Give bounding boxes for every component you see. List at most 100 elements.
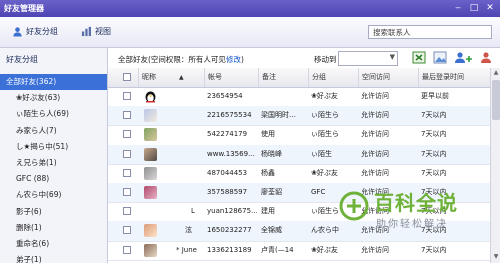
watermark-subtitle: 助你轻松解决 — [376, 219, 448, 230]
access-cell: 允许访问 — [361, 130, 389, 139]
watermark-logo-icon — [339, 191, 369, 221]
login-cell: 7天以内 — [421, 130, 447, 139]
account-cell: 2216575534 — [207, 111, 252, 120]
row-checkbox[interactable] — [123, 245, 131, 254]
group-item[interactable]: 弟子(1) — [0, 252, 107, 268]
scroll-up-icon[interactable]: ▲ — [492, 69, 500, 78]
table-row[interactable]: 542274179 使用 ぃ陌生ら 允许访问 7天以内 — [108, 125, 490, 146]
row-checkbox[interactable] — [123, 111, 131, 120]
group-item[interactable]: 重命名(6) — [0, 236, 107, 252]
login-cell: 7天以内 — [421, 149, 447, 158]
col-remark[interactable]: 备注 — [258, 68, 306, 87]
chevron-down-icon: ▼ — [389, 53, 395, 61]
group-item[interactable]: GFC (88) — [0, 171, 107, 187]
table-row[interactable]: www.13569… 杨晓峰 ぃ陌生 允许访问 7天以内 — [108, 144, 490, 165]
remark-cell: 杨晓峰 — [261, 149, 282, 158]
nickname-cell: 泫 — [185, 226, 192, 235]
row-checkbox[interactable] — [123, 226, 131, 235]
avatar — [144, 243, 157, 257]
account-cell: 1336213189 — [207, 245, 252, 254]
select-all-checkbox[interactable] — [123, 73, 131, 81]
user-icon — [13, 27, 22, 37]
add-user-icon[interactable] — [454, 51, 474, 64]
account-cell: yuan128675… — [207, 207, 257, 216]
bar-chart-icon — [81, 26, 91, 37]
permission-text: 全部好友(空间权限：所有人可见 — [118, 55, 226, 64]
col-group[interactable]: 分组 — [308, 68, 356, 87]
avatar — [144, 166, 157, 180]
scroll-down-icon[interactable]: ▼ — [492, 253, 500, 262]
group-list: 全部好友(362) ❀好ぷ友(63) ぃ陌生ら人(69) み家ら人(7) し★揭… — [0, 74, 107, 268]
permission-close: ) — [240, 55, 244, 64]
group-cell: ❀好ぷ友 — [311, 92, 338, 100]
col-nickname[interactable]: 昵称 — [138, 68, 202, 87]
row-checkbox[interactable] — [123, 168, 131, 177]
login-cell: 7天以内 — [421, 245, 447, 254]
group-item[interactable]: 删除(1) — [0, 220, 107, 236]
login-cell: 更早以前 — [421, 92, 449, 100]
maximize-button[interactable]: □ — [467, 2, 481, 14]
table-header: 昵称 ▲ 帐号 备注 分组 空间访问 最后登录时间 — [108, 68, 490, 88]
close-button[interactable]: ✕ — [483, 2, 497, 14]
group-cell: ぃ陌生ら — [311, 111, 339, 120]
group-cell: ぃ陌生ら — [311, 130, 339, 139]
row-checkbox[interactable] — [123, 130, 131, 139]
table-row[interactable]: * June 1336213189 卢青(—14 ❀好ぷ友 允许访问 7天以内 — [108, 241, 490, 261]
table-row[interactable]: 2216575534 梁国明时… ぃ陌生ら 允许访问 7天以内 — [108, 106, 490, 127]
group-item-all[interactable]: 全部好友(362) — [0, 74, 107, 91]
friend-group-tab[interactable]: 好友分组 — [12, 26, 58, 39]
row-checkbox[interactable] — [123, 149, 131, 158]
move-to-label: 移动到 — [314, 55, 337, 64]
nickname-cell: * June — [176, 245, 197, 254]
remark-cell: 建用 — [261, 207, 275, 216]
account-cell: 357588597 — [207, 188, 248, 196]
remark-cell: 杨鑫 — [261, 168, 275, 177]
group-item[interactable]: し★揭ら中(51) — [0, 139, 107, 155]
access-cell: 允许访问 — [361, 168, 389, 177]
move-to-select[interactable]: ▼ — [338, 51, 398, 66]
group-item[interactable]: 影子(6) — [0, 204, 107, 220]
friend-group-label: 好友分组 — [26, 27, 58, 36]
account-cell: 23654954 — [207, 92, 243, 100]
image-icon[interactable] — [433, 51, 447, 64]
group-item[interactable]: ❀好ぷ友(63) — [0, 90, 107, 106]
group-item[interactable]: ぃ陌生ら人(69) — [0, 106, 107, 122]
sort-up-icon: ▲ — [179, 74, 184, 81]
scroll-thumb[interactable] — [492, 80, 500, 120]
search-input[interactable]: 搜索联系人 — [368, 25, 492, 39]
table-row[interactable]: 487044453 杨鑫 ❀好ぷ友 允许访问 7天以内 — [108, 164, 490, 184]
account-cell: 542274179 — [207, 130, 248, 139]
table-row[interactable]: 23654954 ❀好ぷ友 允许访问 更早以前 — [108, 87, 490, 108]
col-last-login[interactable]: 最后登录时间 — [418, 68, 490, 87]
col-account[interactable]: 帐号 — [204, 68, 256, 87]
modify-link[interactable]: 修改 — [226, 55, 241, 64]
remark-cell: 使用 — [261, 130, 275, 139]
access-cell: 允许访问 — [361, 245, 389, 254]
group-item[interactable]: ん农ら中(69) — [0, 187, 107, 203]
nickname-cell: L — [191, 207, 195, 216]
sidebar-header: 好友分组 — [6, 55, 38, 64]
remark-cell: 廖荃貂 — [261, 188, 282, 196]
view-label: 视图 — [95, 27, 111, 36]
remove-user-icon[interactable] — [480, 51, 494, 64]
login-cell: 7天以内 — [421, 111, 447, 120]
row-checkbox[interactable] — [123, 207, 131, 216]
minimize-button[interactable]: ‒ — [451, 2, 465, 14]
group-cell: ❀好ぷ友 — [311, 245, 338, 254]
info-bar: 全部好友(空间权限：所有人可见修改) 移动到 ▼ — [108, 48, 500, 68]
group-item[interactable]: み家ら人(7) — [0, 123, 107, 139]
avatar — [144, 186, 157, 199]
row-checkbox[interactable] — [123, 92, 131, 100]
group-cell: ❀好ぷ友 — [311, 168, 338, 177]
row-checkbox[interactable] — [123, 188, 131, 196]
avatar — [144, 224, 157, 238]
access-cell: 允许访问 — [361, 111, 389, 120]
watermark-title: 百科全说 — [374, 191, 458, 215]
watermark: 百科全说 助你轻松解决 — [338, 187, 498, 237]
col-space-access[interactable]: 空间访问 — [358, 68, 416, 87]
group-item[interactable]: え兄ら弟(1) — [0, 155, 107, 171]
window-title: 好友管理器 — [4, 4, 44, 13]
view-tab[interactable]: 视图 — [81, 26, 111, 39]
excel-export-icon[interactable] — [412, 51, 426, 64]
remark-cell: 梁国明时… — [261, 111, 296, 120]
